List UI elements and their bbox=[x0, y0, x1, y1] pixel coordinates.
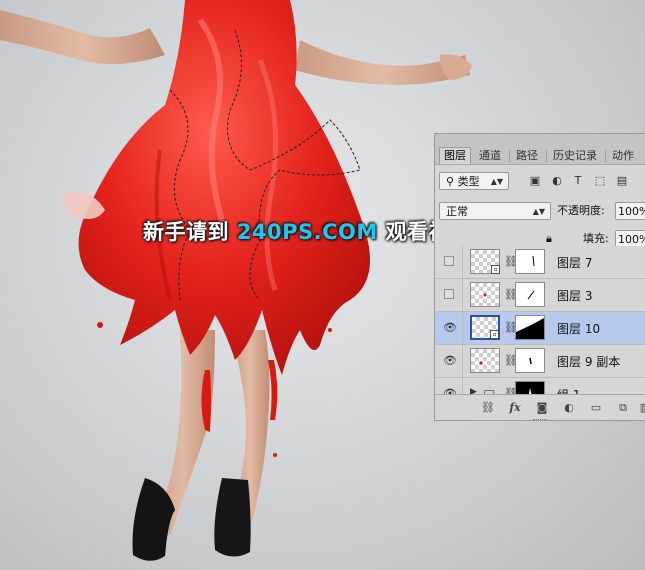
smart-object-filter-icon[interactable]: ▤ bbox=[615, 174, 629, 188]
fx-icon[interactable]: fx bbox=[507, 401, 523, 414]
layer-name[interactable]: 图层 3 bbox=[557, 287, 592, 304]
layer-mask-thumbnail[interactable] bbox=[515, 348, 545, 373]
eye-icon: 👁︎ bbox=[443, 354, 457, 367]
blend-mode-value: 正常 bbox=[446, 205, 468, 218]
adjustment-filter-icon[interactable]: ◐ bbox=[550, 174, 564, 188]
image-filter-icon[interactable]: ▣ bbox=[528, 174, 542, 188]
layer-row-selected[interactable]: 👁︎ ▫ ⛓︎ 图层 10 bbox=[435, 312, 645, 345]
layer-name[interactable]: 图层 9 副本 bbox=[557, 353, 620, 370]
new-group-icon[interactable]: ▭ bbox=[588, 401, 604, 414]
panel-tab-bar: 图层 通道 路径 历史记录 动作 bbox=[435, 134, 645, 165]
layer-filter-value: 类型 bbox=[457, 175, 480, 188]
link-icon[interactable]: ⛓︎ bbox=[480, 401, 496, 414]
opacity-label: 不透明度: bbox=[557, 204, 605, 217]
eye-icon: 👁︎ bbox=[443, 321, 457, 334]
visibility-toggle[interactable]: 👁︎ bbox=[435, 312, 463, 344]
layer-thumbnail bbox=[470, 348, 500, 373]
hidden-visibility-icon bbox=[444, 289, 454, 299]
layer-thumbnail: ▫ bbox=[470, 249, 500, 274]
layer-mask-thumbnail[interactable] bbox=[515, 249, 545, 274]
layer-thumbnail bbox=[470, 282, 500, 307]
tab-history[interactable]: 历史记录 bbox=[549, 148, 601, 164]
layer-row[interactable]: 👁︎ ⛓︎ 图层 9 副本 bbox=[435, 345, 645, 378]
layer-name[interactable]: 图层 10 bbox=[557, 320, 600, 337]
panel-resize-grip[interactable] bbox=[533, 419, 547, 420]
watermark-prefix: 新手请到 bbox=[143, 220, 237, 244]
smart-object-icon: ▫ bbox=[491, 265, 500, 274]
paint-drop bbox=[97, 322, 103, 328]
layer-mask-thumbnail[interactable] bbox=[515, 282, 545, 307]
trash-icon[interactable]: ▥ bbox=[637, 401, 645, 414]
paint-drop bbox=[273, 453, 277, 457]
visibility-toggle[interactable] bbox=[435, 246, 463, 278]
watermark-brand: 240PS.COM bbox=[236, 220, 378, 244]
tab-channels[interactable]: 通道 bbox=[475, 148, 505, 164]
hidden-visibility-icon bbox=[444, 256, 454, 266]
layers-list: ▫ ⛓︎ 图层 7 ⛓︎ 图层 3 👁︎ ▫ ⛓︎ 图层 10 👁︎ ⛓︎ 图层… bbox=[435, 246, 645, 411]
layer-thumbnail: ▫ bbox=[470, 315, 500, 340]
visibility-toggle[interactable] bbox=[435, 279, 463, 311]
tab-paths[interactable]: 路径 bbox=[512, 148, 542, 164]
layer-mask-thumbnail[interactable] bbox=[515, 315, 545, 340]
layer-filter-select[interactable]: ⚲ 类型 ▲▼ bbox=[439, 172, 509, 190]
search-icon: ⚲ bbox=[446, 175, 455, 188]
opacity-input[interactable]: 100% bbox=[615, 202, 645, 220]
right-shoe bbox=[214, 478, 251, 557]
layers-panel: 图层 通道 路径 历史记录 动作 ⚲ 类型 ▲▼ ▣ ◐ T ⬚ ▤ 正常 ▲▼… bbox=[434, 133, 645, 421]
tab-actions[interactable]: 动作 bbox=[608, 148, 638, 164]
adjustment-layer-icon[interactable]: ◐ bbox=[561, 401, 577, 414]
blend-mode-select[interactable]: 正常 ▲▼ bbox=[439, 202, 551, 220]
layer-row[interactable]: ▫ ⛓︎ 图层 7 bbox=[435, 246, 645, 279]
chevron-down-icon: ▲▼ bbox=[532, 207, 545, 216]
layers-panel-footer: ⛓︎ fx ◙ ◐ ▭ ⧉ ▥ bbox=[435, 394, 645, 420]
visibility-toggle[interactable]: 👁︎ bbox=[435, 345, 463, 377]
layer-name[interactable]: 图层 7 bbox=[557, 254, 592, 271]
add-mask-icon[interactable]: ◙ bbox=[534, 401, 550, 414]
paint-drop bbox=[328, 328, 332, 332]
chevron-down-icon: ▲▼ bbox=[490, 177, 503, 186]
tab-layers[interactable]: 图层 bbox=[439, 147, 471, 164]
left-arm bbox=[0, 10, 165, 64]
new-layer-icon[interactable]: ⧉ bbox=[615, 401, 631, 415]
type-filter-icon[interactable]: T bbox=[571, 174, 585, 188]
smart-object-icon: ▫ bbox=[490, 330, 499, 339]
layer-row[interactable]: ⛓︎ 图层 3 bbox=[435, 279, 645, 312]
shape-filter-icon[interactable]: ⬚ bbox=[593, 174, 607, 188]
